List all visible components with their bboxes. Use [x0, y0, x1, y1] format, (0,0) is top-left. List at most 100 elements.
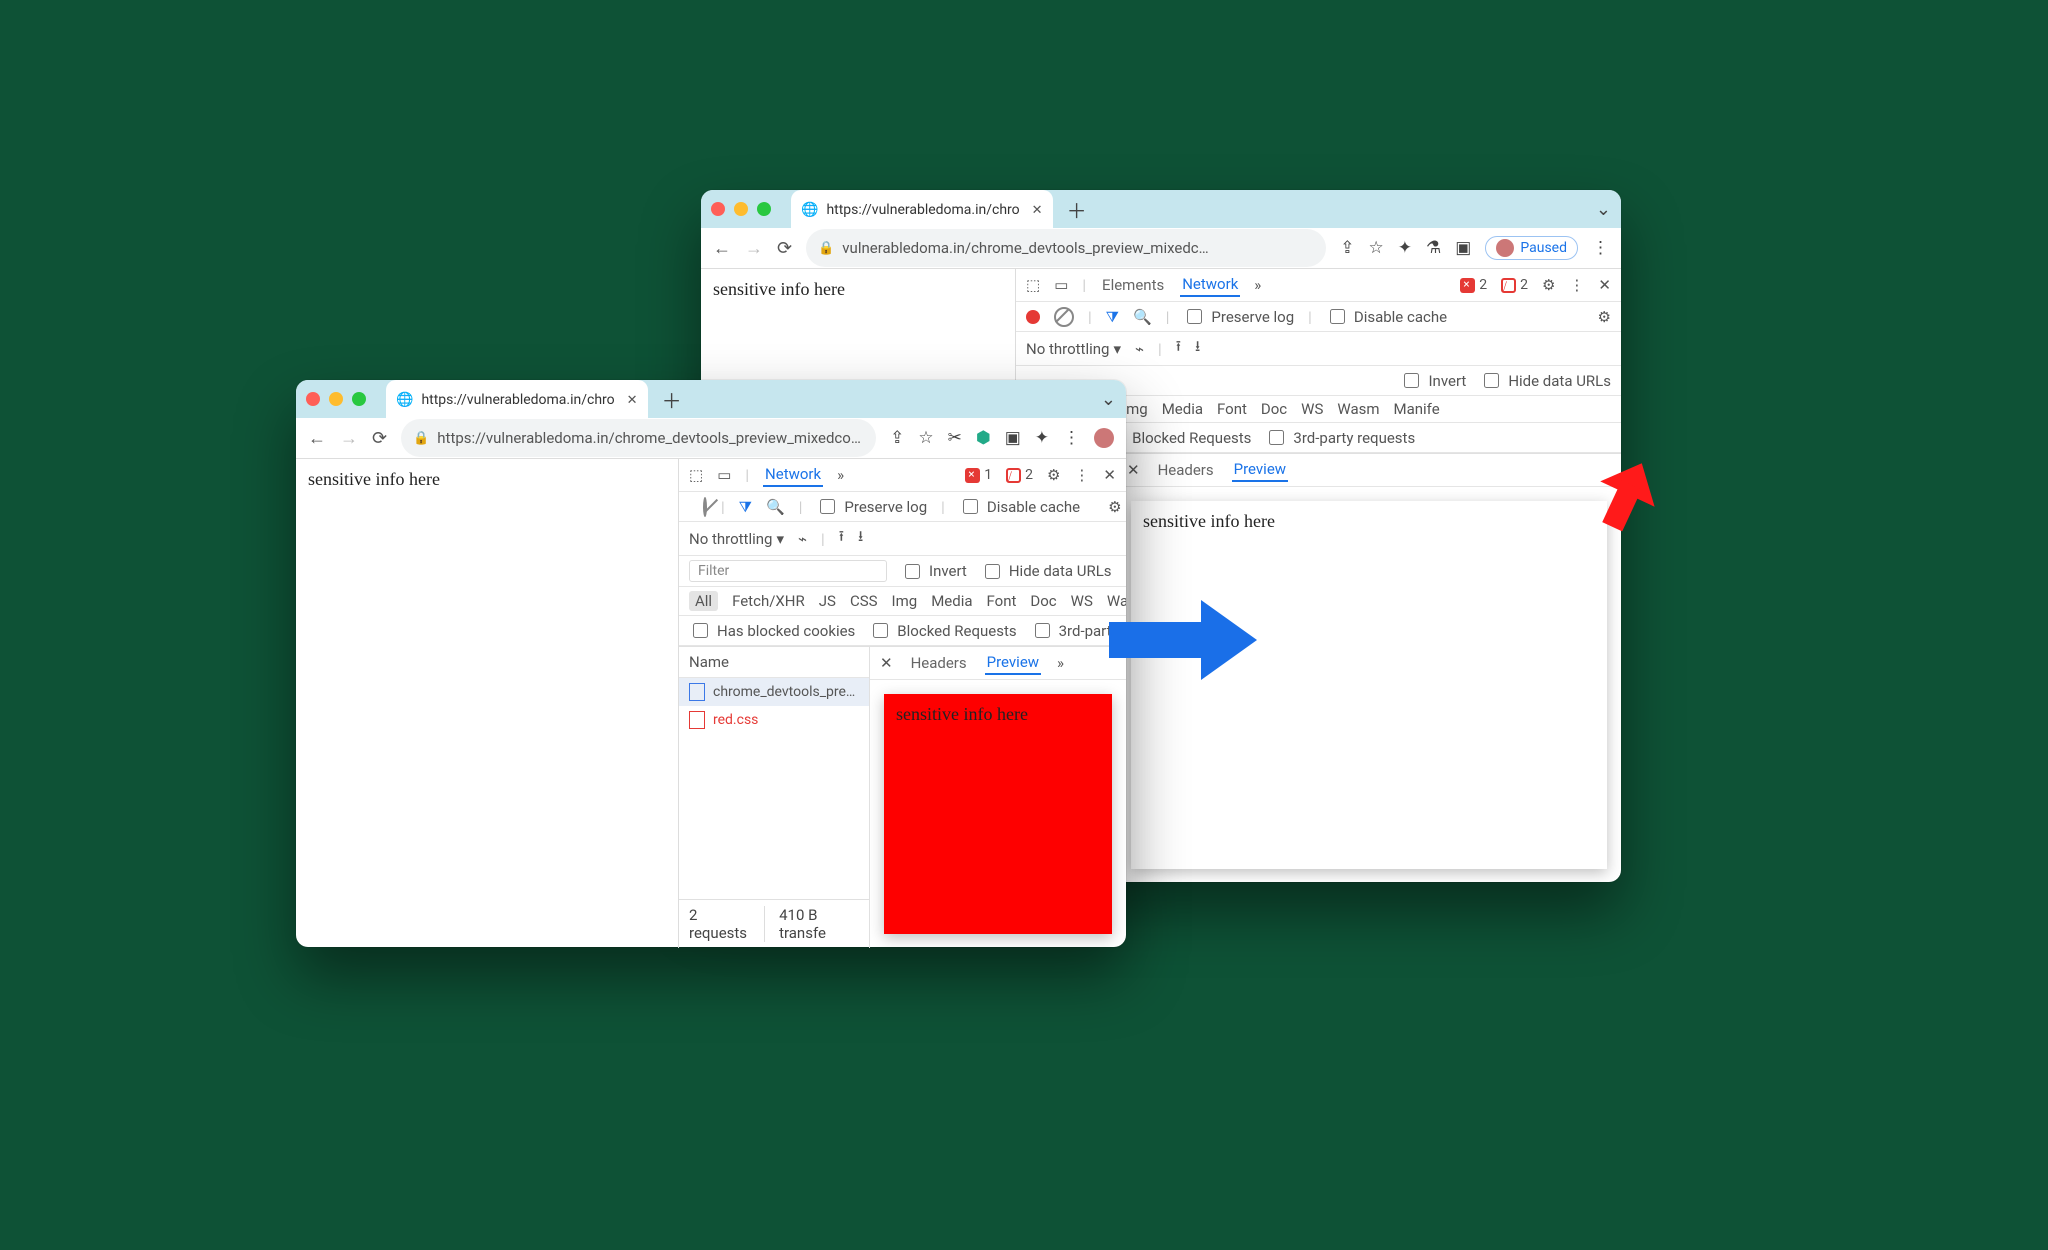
blocked-cookies-checkbox[interactable]: Has blocked cookies [689, 620, 855, 641]
more-tabs-icon[interactable]: » [1254, 276, 1261, 294]
extensions-icon[interactable]: ✦ [1035, 428, 1049, 448]
error-badge-icon[interactable] [965, 468, 980, 483]
filter-input[interactable]: Filter [689, 560, 887, 582]
close-tab-icon[interactable]: ✕ [627, 393, 638, 408]
more-tabs-icon[interactable]: » [837, 466, 844, 484]
hide-data-urls-checkbox[interactable]: Hide data URLs [981, 561, 1112, 582]
preserve-log-checkbox[interactable]: Preserve log [1183, 306, 1294, 327]
lock-icon: 🔒 [413, 431, 429, 446]
devtools-panel: ⬚ ▭ | Network » 1 2 ⚙ ⋮ ✕ | ⧩ 🔍 | Preser… [678, 459, 1126, 948]
preserve-log-checkbox[interactable]: Preserve log [816, 496, 927, 517]
back-icon[interactable]: ← [713, 238, 731, 259]
tab-network[interactable]: Network [1180, 273, 1240, 297]
flask-icon[interactable]: ⚗ [1426, 238, 1441, 258]
upload-icon[interactable]: ⭱ [839, 526, 844, 551]
globe-icon: 🌐 [801, 202, 818, 218]
invert-checkbox[interactable]: Invert [1400, 370, 1466, 391]
ext2-icon[interactable]: ▣ [1005, 428, 1021, 448]
gear-icon[interactable]: ⚙ [1542, 276, 1555, 294]
request-row[interactable]: chrome_devtools_pre… [679, 678, 869, 706]
search-icon[interactable]: 🔍 [766, 498, 785, 516]
gear-icon[interactable]: ⚙ [1108, 498, 1121, 516]
name-column-header[interactable]: Name [679, 647, 869, 678]
search-icon[interactable]: 🔍 [1133, 308, 1152, 326]
tab-strip: 🌐 https://vulnerabledoma.in/chro ✕ ＋ ⌄ [701, 190, 1621, 228]
forward-icon[interactable]: → [340, 428, 358, 449]
close-detail-icon[interactable]: ✕ [1127, 461, 1140, 479]
tab-network[interactable]: Network [763, 463, 823, 487]
filter-types[interactable]: All Fetch/XHR JS CSS Img Media Font Doc … [679, 587, 1126, 616]
error-badge-icon[interactable] [1460, 278, 1475, 293]
tab-headers[interactable]: Headers [1156, 459, 1216, 481]
browser-tab[interactable]: 🌐 https://vulnerabledoma.in/chro ✕ [386, 380, 648, 418]
throttling-select[interactable]: No throttling ▾ [1026, 340, 1121, 358]
forward-icon[interactable]: → [745, 238, 763, 259]
third-party-checkbox[interactable]: 3rd-party requests [1265, 427, 1415, 448]
ext1-icon[interactable]: ⬢ [976, 428, 991, 448]
new-tab-button[interactable]: ＋ [662, 385, 682, 414]
browser-tab[interactable]: 🌐 https://vulnerabledoma.in/chro ✕ [791, 190, 1053, 228]
tab-preview[interactable]: Preview [985, 651, 1041, 675]
error-outline-icon[interactable] [1006, 468, 1021, 483]
share-icon[interactable]: ⇪ [890, 428, 904, 448]
url-field[interactable]: 🔒 vulnerabledoma.in/chrome_devtools_prev… [806, 229, 1326, 267]
kebab-icon[interactable]: ⋮ [1592, 238, 1609, 258]
close-detail-icon[interactable]: ✕ [880, 654, 893, 672]
back-icon[interactable]: ← [308, 428, 326, 449]
hide-data-urls-checkbox[interactable]: Hide data URLs [1480, 370, 1611, 391]
extensions-icon[interactable]: ✦ [1398, 238, 1412, 258]
tab-elements[interactable]: Elements [1100, 274, 1166, 296]
avatar-icon[interactable] [1094, 428, 1114, 448]
url-field[interactable]: 🔒 https://vulnerabledoma.in/chrome_devto… [401, 419, 876, 457]
upload-icon[interactable]: ⭱ [1176, 336, 1181, 361]
download-icon[interactable]: ⭳ [1195, 336, 1200, 361]
kebab-icon[interactable]: ⋮ [1074, 466, 1089, 484]
close-tab-icon[interactable]: ✕ [1032, 203, 1043, 218]
reload-icon[interactable]: ⟳ [777, 238, 792, 259]
kebab-icon[interactable]: ⋮ [1569, 276, 1584, 294]
tab-headers[interactable]: Headers [909, 652, 969, 674]
reload-icon[interactable]: ⟳ [372, 428, 387, 449]
share-icon[interactable]: ⇪ [1340, 238, 1354, 258]
window-controls[interactable] [306, 392, 366, 406]
blocked-requests-checkbox[interactable]: Blocked Requests [1104, 427, 1251, 448]
kebab-icon[interactable]: ⋮ [1063, 428, 1080, 448]
bookmark-icon[interactable]: ☆ [918, 428, 933, 448]
disable-cache-checkbox[interactable]: Disable cache [959, 496, 1080, 517]
throttling-select[interactable]: No throttling ▾ [689, 530, 784, 548]
gear-icon[interactable]: ⚙ [1598, 308, 1611, 326]
device-icon[interactable]: ▭ [1054, 276, 1068, 294]
record-icon[interactable] [1026, 310, 1040, 324]
clear-icon[interactable] [1054, 307, 1074, 327]
new-tab-button[interactable]: ＋ [1067, 195, 1087, 224]
panel-icon[interactable]: ▣ [1455, 238, 1471, 258]
inspect-icon[interactable]: ⬚ [1026, 276, 1040, 294]
close-icon[interactable]: ✕ [1598, 276, 1611, 294]
tabs-overflow-icon[interactable]: ⌄ [1596, 199, 1611, 220]
url-text: vulnerabledoma.in/chrome_devtools_previe… [842, 239, 1208, 257]
tabs-overflow-icon[interactable]: ⌄ [1101, 389, 1116, 410]
download-icon[interactable]: ⭳ [858, 526, 863, 551]
window-controls[interactable] [711, 202, 771, 216]
gear-icon[interactable]: ⚙ [1047, 466, 1060, 484]
more-tabs-icon[interactable]: » [1057, 654, 1064, 672]
wifi-icon[interactable]: ⌁ [798, 530, 807, 548]
wifi-icon[interactable]: ⌁ [1135, 340, 1144, 358]
clear-icon[interactable] [703, 497, 707, 517]
error-outline-icon[interactable] [1501, 278, 1516, 293]
scissors-icon[interactable]: ✂ [948, 428, 962, 448]
profile-paused-pill[interactable]: Paused [1485, 236, 1578, 260]
filter-icon[interactable]: ⧩ [1106, 308, 1119, 326]
invert-checkbox[interactable]: Invert [901, 561, 967, 582]
device-icon[interactable]: ▭ [717, 466, 731, 484]
address-bar: ← → ⟳ 🔒 vulnerabledoma.in/chrome_devtool… [701, 228, 1621, 269]
close-icon[interactable]: ✕ [1103, 466, 1116, 484]
filter-icon[interactable]: ⧩ [739, 498, 752, 516]
disable-cache-checkbox[interactable]: Disable cache [1326, 306, 1447, 327]
tab-preview[interactable]: Preview [1232, 458, 1288, 482]
blocked-requests-checkbox[interactable]: Blocked Requests [869, 620, 1016, 641]
inspect-icon[interactable]: ⬚ [689, 466, 703, 484]
request-row[interactable]: red.css [679, 706, 869, 734]
bookmark-icon[interactable]: ☆ [1369, 238, 1384, 258]
tab-title: https://vulnerabledoma.in/chro [421, 392, 614, 408]
